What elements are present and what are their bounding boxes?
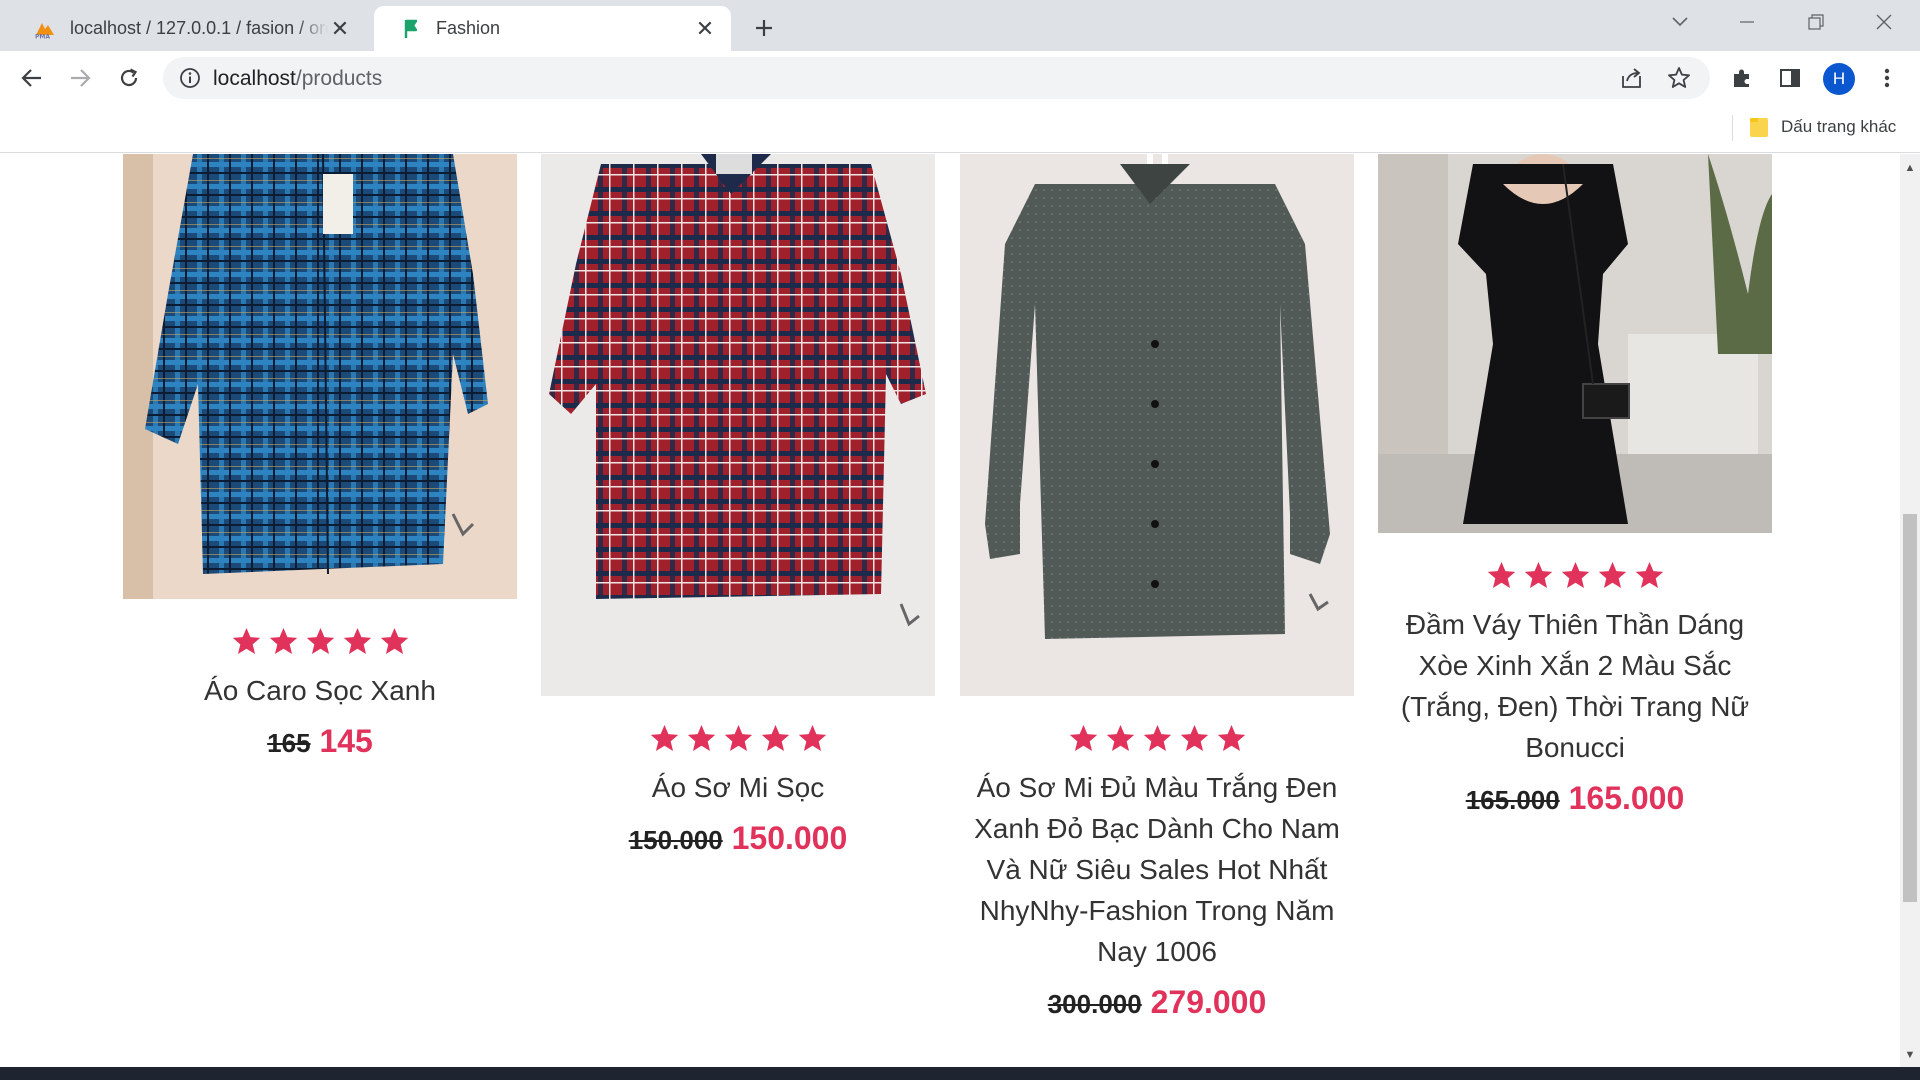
share-icon[interactable] [1620, 67, 1644, 94]
product-image[interactable] [541, 154, 935, 696]
product-price: 165.000 165.000 [1378, 778, 1772, 820]
side-panel-icon[interactable] [1773, 61, 1807, 95]
product-price: 165 145 [123, 721, 517, 763]
sale-price: 150.000 [731, 820, 848, 856]
star-icon [1561, 561, 1589, 589]
tab-phpmyadmin[interactable]: PMA localhost / 127.0.0.1 / fasion / ord… [8, 6, 366, 51]
star-icon [1143, 724, 1171, 752]
scroll-up-arrow-icon[interactable]: ▲ [1904, 162, 1916, 174]
star-icon [687, 724, 715, 752]
minimize-icon[interactable] [1727, 8, 1767, 36]
old-price: 165 [267, 728, 311, 758]
sale-price: 145 [319, 723, 373, 759]
old-price: 300.000 [1047, 989, 1142, 1019]
star-icon [380, 627, 408, 655]
star-icon [650, 724, 678, 752]
bookmarks-bar: Dấu trang khác [0, 105, 1920, 153]
star-rating [541, 723, 935, 755]
product-name[interactable]: Đầm Váy Thiên Thần Dáng Xòe Xinh Xắn 2 M… [1378, 604, 1772, 768]
product-price: 150.000 150.000 [541, 818, 935, 860]
close-window-icon[interactable] [1864, 8, 1904, 36]
star-icon [1069, 724, 1097, 752]
old-price: 165.000 [1465, 785, 1560, 815]
bookmark-star-icon[interactable] [1667, 66, 1691, 95]
menu-kebab-icon[interactable] [1870, 61, 1904, 95]
page-scrollbar[interactable]: ▲ ▼ [1900, 154, 1920, 1067]
phpmyadmin-icon: PMA [34, 18, 56, 40]
tab-title: localhost / 127.0.0.1 / fasion / orders … [70, 18, 328, 38]
restore-icon[interactable] [1796, 8, 1836, 36]
browser-toolbar: localhost/products H [0, 51, 1920, 105]
star-rating [960, 723, 1354, 755]
product-image[interactable] [1378, 154, 1772, 533]
bookmark-flag-icon [400, 18, 422, 40]
close-tab-icon[interactable]: ✕ [693, 16, 717, 41]
star-rating [123, 626, 517, 658]
star-icon [724, 724, 752, 752]
address-bar[interactable]: localhost/products [163, 57, 1710, 99]
site-info-icon[interactable] [179, 67, 201, 94]
star-icon [1487, 561, 1515, 589]
forward-arrow-icon[interactable] [63, 61, 97, 95]
star-icon [343, 627, 371, 655]
close-tab-icon[interactable]: ✕ [328, 16, 352, 41]
back-arrow-icon[interactable] [15, 61, 49, 95]
product-name[interactable]: Áo Sơ Mi Sọc [541, 767, 935, 808]
product-image[interactable] [960, 154, 1354, 696]
url-text: localhost/products [213, 67, 382, 91]
tab-title: Fashion [436, 18, 501, 38]
profile-avatar[interactable]: H [1823, 63, 1855, 95]
star-icon [1524, 561, 1552, 589]
old-price: 150.000 [628, 825, 723, 855]
star-icon [1217, 724, 1245, 752]
star-icon [232, 627, 260, 655]
folder-icon [1750, 118, 1768, 137]
star-rating [1378, 560, 1772, 592]
product-price: 300.000 279.000 [960, 982, 1354, 1024]
url-path: /products [295, 67, 383, 90]
browser-tab-strip: PMA localhost / 127.0.0.1 / fasion / ord… [0, 0, 1920, 51]
product-image[interactable] [123, 154, 517, 599]
star-icon [1635, 561, 1663, 589]
bookmarks-divider [1732, 115, 1733, 141]
page-viewport: Áo Caro Sọc Xanh 165 145 Áo Sơ Mi Sọc 15… [0, 154, 1900, 1067]
scroll-down-arrow-icon[interactable]: ▼ [1904, 1049, 1916, 1061]
extensions-puzzle-icon[interactable] [1725, 61, 1759, 95]
product-name[interactable]: Áo Caro Sọc Xanh [123, 670, 517, 711]
tab-search-chevron-icon[interactable] [1660, 8, 1700, 36]
star-icon [1598, 561, 1626, 589]
star-icon [1106, 724, 1134, 752]
star-icon [1180, 724, 1208, 752]
star-icon [269, 627, 297, 655]
bookmark-folder-label: Dấu trang khác [1781, 117, 1897, 136]
scrollbar-thumb[interactable] [1903, 514, 1917, 902]
sale-price: 279.000 [1150, 984, 1267, 1020]
url-host: localhost [213, 67, 296, 90]
sale-price: 165.000 [1568, 780, 1685, 816]
other-bookmarks-folder[interactable]: Dấu trang khác [1749, 116, 1896, 138]
page-footer-edge [0, 1067, 1920, 1080]
star-icon [798, 724, 826, 752]
new-tab-icon[interactable] [748, 12, 780, 44]
product-name[interactable]: Áo Sơ Mi Đủ Màu Trắng Đen Xanh Đỏ Bạc Dà… [960, 767, 1354, 972]
reload-icon[interactable] [112, 61, 146, 95]
star-icon [306, 627, 334, 655]
svg-text:PMA: PMA [35, 33, 50, 39]
tab-fashion[interactable]: Fashion ✕ [374, 6, 731, 51]
star-icon [761, 724, 789, 752]
